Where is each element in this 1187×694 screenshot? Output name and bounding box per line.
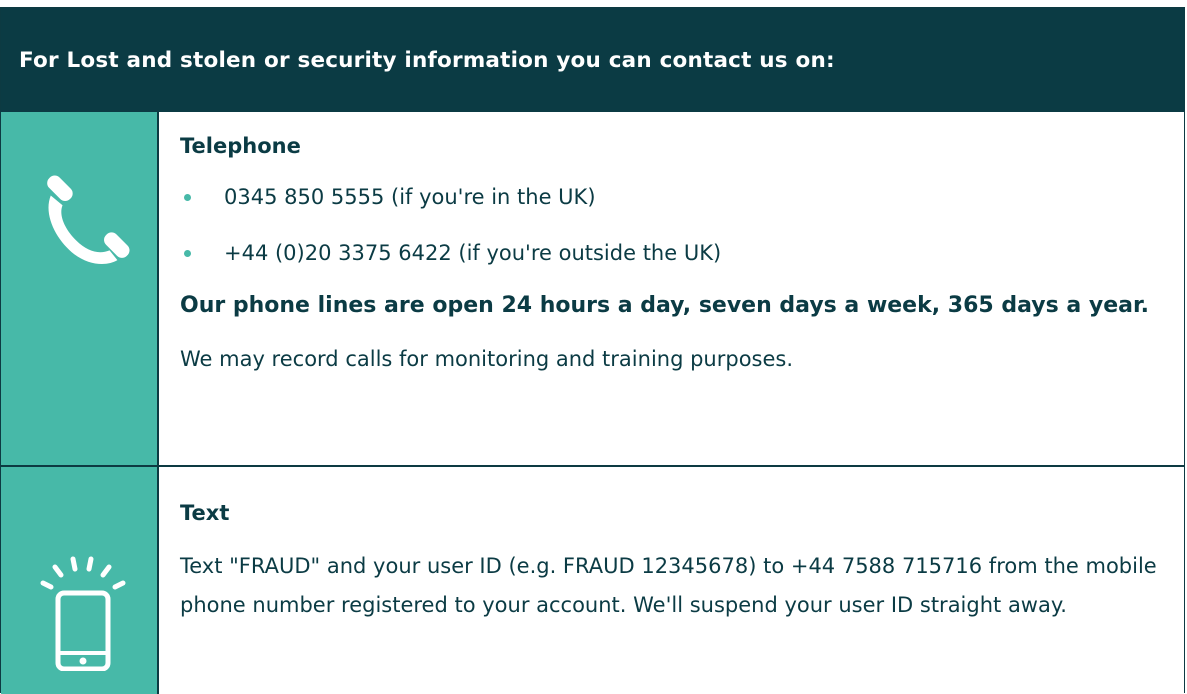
call-recording-note: We may record calls for monitoring and t… (180, 347, 794, 371)
bullet-icon (184, 194, 191, 201)
telephone-content: Telephone 0345 850 5555 (if you're in th… (159, 112, 1184, 465)
contact-panel: For Lost and stolen or security informat… (0, 7, 1185, 694)
text-section: Text Text "FRAUD" and your user ID (e.g.… (1, 467, 1184, 694)
text-title: Text (180, 501, 230, 525)
telephone-number-list: 0345 850 5555 (if you're in the UK) +44 … (180, 180, 1164, 270)
telephone-handset-icon (47, 175, 130, 265)
telephone-title: Telephone (180, 134, 301, 158)
mobile-phone-icon (40, 556, 126, 671)
text-instructions: Text "FRAUD" and your user ID (e.g. FRAU… (180, 554, 1157, 617)
telephone-icon-column (1, 112, 159, 465)
panel-title: For Lost and stolen or security informat… (19, 47, 835, 73)
bullet-icon (184, 250, 191, 257)
panel-header: For Lost and stolen or security informat… (1, 8, 1184, 112)
text-icon-column (1, 467, 159, 694)
text-content: Text Text "FRAUD" and your user ID (e.g.… (159, 467, 1184, 694)
telephone-section: Telephone 0345 850 5555 (if you're in th… (1, 112, 1184, 467)
uk-phone-number[interactable]: 0345 850 5555 (if you're in the UK) (224, 185, 596, 209)
list-item: +44 (0)20 3375 6422 (if you're outside t… (180, 236, 1164, 270)
international-phone-number[interactable]: +44 (0)20 3375 6422 (if you're outside t… (224, 241, 721, 265)
opening-hours-note: Our phone lines are open 24 hours a day,… (180, 293, 1150, 318)
list-item: 0345 850 5555 (if you're in the UK) (180, 180, 1164, 214)
